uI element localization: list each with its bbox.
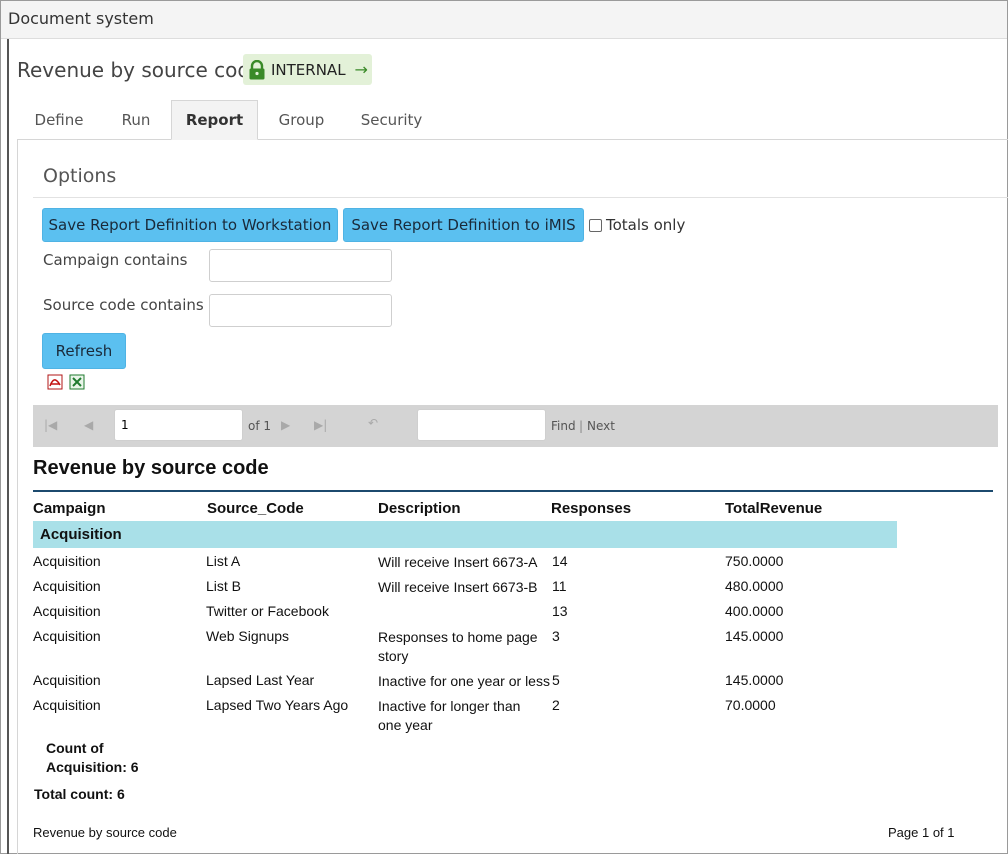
campaign-input[interactable]: [209, 249, 392, 282]
next-page-icon[interactable]: ▶: [281, 418, 290, 432]
tab-bar: Define Run Report Group Security: [17, 100, 1008, 140]
tab-run[interactable]: Run: [101, 100, 171, 140]
cell-total-revenue: 750.0000: [725, 553, 784, 569]
cell-source-code: Lapsed Last Year: [206, 672, 315, 688]
cell-responses: 2: [552, 697, 560, 713]
window-title: Document system: [1, 1, 1007, 39]
report-footer-title: Revenue by source code: [33, 825, 177, 840]
report-footer-page: Page 1 of 1: [888, 825, 955, 840]
previous-page-icon[interactable]: ◀: [84, 418, 93, 432]
group-header-label: Acquisition: [40, 526, 122, 543]
find-input[interactable]: [417, 409, 546, 441]
cell-description: Will receive Insert 6673-A: [378, 554, 538, 570]
next-link[interactable]: Next: [587, 419, 615, 433]
cell-total-revenue: 400.0000: [725, 603, 784, 619]
cell-total-revenue: 145.0000: [725, 628, 784, 644]
cell-description: Will receive Insert 6673-B: [378, 579, 538, 595]
save-to-workstation-button[interactable]: Save Report Definition to Workstation: [42, 208, 338, 242]
left-divider: [7, 39, 9, 854]
source-code-input[interactable]: [209, 294, 392, 327]
last-page-icon[interactable]: ▶|: [314, 418, 327, 432]
campaign-label: Campaign contains: [43, 251, 188, 269]
page-count-label: of 1: [248, 419, 272, 433]
cell-description: Responses to home page story: [378, 629, 538, 664]
page-title: Revenue by source code: [17, 58, 263, 82]
badge-label: INTERNAL: [271, 60, 346, 79]
tab-define[interactable]: Define: [17, 100, 101, 140]
cell-campaign: Acquisition: [33, 697, 101, 713]
cell-campaign: Acquisition: [33, 628, 101, 644]
group-header-band: [33, 521, 897, 548]
cell-total-revenue: 145.0000: [725, 672, 784, 688]
cell-source-code: List A: [206, 553, 241, 569]
cell-responses: 13: [552, 603, 568, 619]
source-code-label: Source code contains: [43, 296, 204, 314]
cell-responses: 14: [552, 553, 568, 569]
cell-description: Inactive for one year or less: [378, 673, 550, 689]
cell-campaign: Acquisition: [33, 603, 101, 619]
pdf-export-icon[interactable]: [47, 374, 63, 390]
cell-campaign: Acquisition: [33, 672, 101, 688]
options-title: Options: [43, 165, 117, 187]
cell-responses: 3: [552, 628, 560, 644]
cell-total-revenue: 70.0000: [725, 697, 776, 713]
totals-only-label: Totals only: [606, 216, 686, 234]
cell-source-code: Twitter or Facebook: [206, 603, 329, 619]
back-to-parent-icon[interactable]: ↶: [368, 416, 378, 430]
cell-total-revenue: 480.0000: [725, 578, 784, 594]
arrow-right-icon: →: [354, 60, 368, 79]
find-link[interactable]: Find: [551, 419, 576, 433]
group-count-value: Acquisition: 6: [46, 759, 139, 775]
refresh-button[interactable]: Refresh: [42, 333, 126, 369]
column-header-campaign: Campaign: [33, 500, 106, 517]
report-title: Revenue by source code: [33, 457, 269, 479]
column-header-description: Description: [378, 500, 461, 517]
report-title-rule: [33, 490, 993, 492]
total-count: Total count: 6: [34, 786, 125, 802]
find-separator: |: [579, 419, 584, 433]
tab-security[interactable]: Security: [345, 100, 438, 140]
column-header-responses: Responses: [551, 500, 632, 517]
totals-only-checkbox[interactable]: [589, 218, 602, 232]
excel-export-icon[interactable]: [69, 374, 85, 390]
cell-responses: 5: [552, 672, 560, 688]
column-header-source-code: Source_Code: [207, 500, 304, 517]
page-number-input[interactable]: [114, 409, 243, 441]
lock-icon: [249, 59, 265, 79]
group-count-label: Count of: [46, 740, 104, 756]
tab-report[interactable]: Report: [171, 100, 258, 140]
cell-description: Inactive for longer than one year: [378, 698, 521, 733]
cell-responses: 11: [552, 578, 567, 594]
tab-group[interactable]: Group: [258, 100, 345, 140]
cell-source-code: List B: [206, 578, 242, 594]
column-header-total-revenue: TotalRevenue: [725, 500, 823, 517]
cell-source-code: Lapsed Two Years Ago: [206, 697, 349, 713]
cell-campaign: Acquisition: [33, 578, 101, 594]
totals-only-option[interactable]: Totals only: [589, 216, 685, 234]
cell-campaign: Acquisition: [33, 553, 101, 569]
first-page-icon[interactable]: |◀: [44, 418, 57, 432]
save-to-imis-button[interactable]: Save Report Definition to iMIS: [343, 208, 584, 242]
access-badge[interactable]: INTERNAL →: [243, 54, 372, 85]
options-divider: [33, 197, 1008, 198]
report-panel: [17, 140, 1008, 854]
cell-source-code: Web Signups: [206, 628, 290, 644]
